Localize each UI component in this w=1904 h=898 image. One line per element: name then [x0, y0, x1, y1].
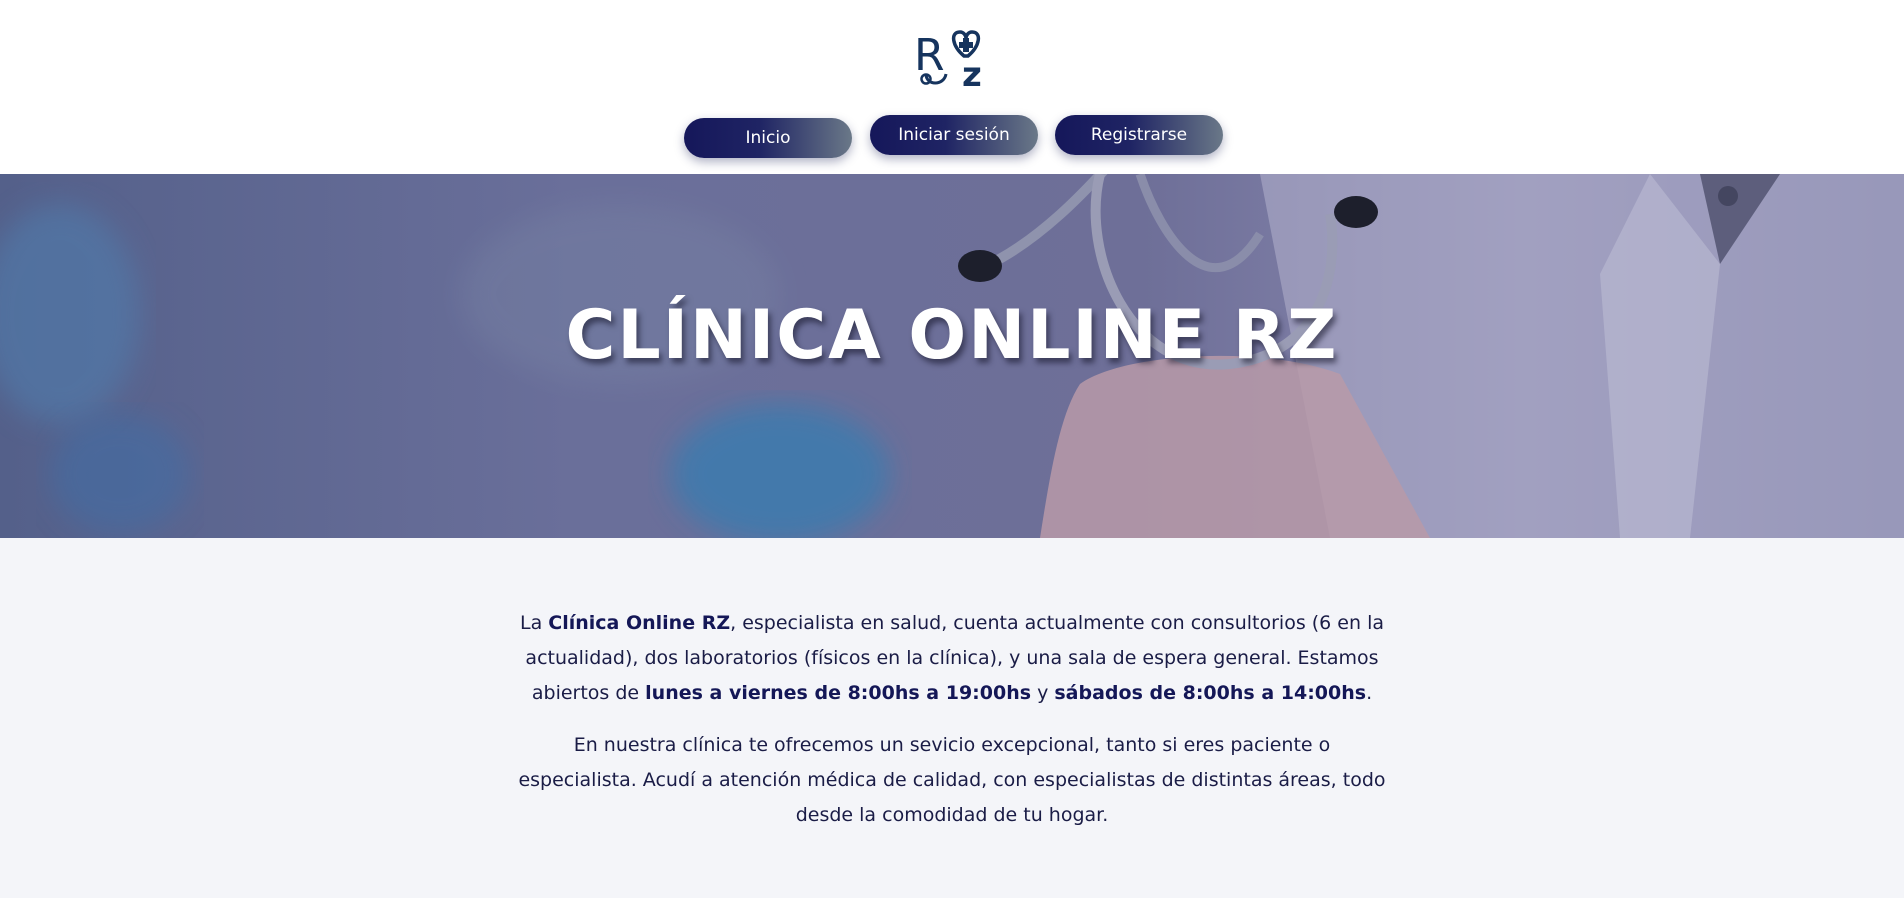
about-text: La [519, 612, 549, 634]
weekday-hours-highlight: lunes a viernes de 8:00hs a 19:00hs [645, 682, 1032, 704]
saturday-hours-highlight: sábados de 8:00hs a 14:00hs [1054, 682, 1367, 704]
clinic-name-highlight: Clínica Online RZ [548, 612, 731, 634]
about-text: . [1366, 682, 1373, 704]
nav-inicio-button[interactable]: Inicio [684, 118, 852, 158]
about-paragraph-1: La Clínica Online RZ, especialista en sa… [512, 606, 1392, 711]
main-nav: Inicio Iniciar sesión Registrarse [0, 115, 1904, 159]
about-text: y [1031, 682, 1055, 704]
site-header: R z Inicio Iniciar sesión Registrarse [0, 0, 1904, 174]
hero-banner: CLÍNICA ONLINE RZ [0, 174, 1904, 538]
heart-stethoscope-icon: R z [914, 30, 982, 95]
svg-text:z: z [962, 55, 982, 92]
about-paragraph-2: En nuestra clínica te ofrecemos un sevic… [518, 734, 1386, 826]
svg-text:R: R [914, 30, 945, 81]
clinic-logo[interactable]: R z [914, 30, 990, 95]
about-section: La Clínica Online RZ, especialista en sa… [0, 538, 1904, 898]
nav-login-button[interactable]: Iniciar sesión [870, 115, 1038, 155]
nav-register-button[interactable]: Registrarse [1055, 115, 1223, 155]
hero-title: CLÍNICA ONLINE RZ [565, 296, 1339, 375]
